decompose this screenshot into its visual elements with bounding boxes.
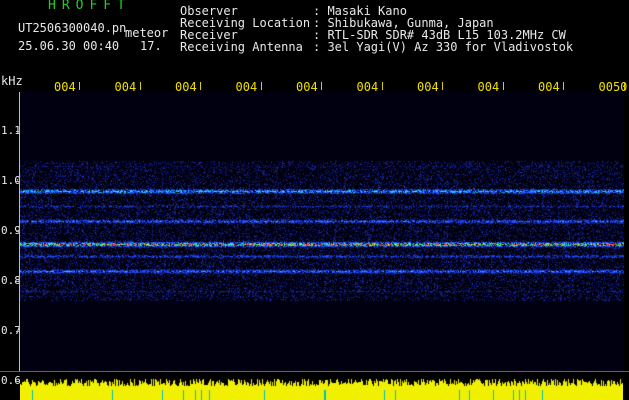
x-tick-mark: [381, 82, 383, 90]
datetime-label: 25.06.30 00:40: [18, 39, 120, 53]
spectrogram-canvas: [20, 92, 624, 372]
axis-unit-label: kHz: [1, 74, 23, 88]
program-title: HROFFT: [48, 0, 131, 13]
value-label: 17.: [140, 39, 162, 53]
mode-label: meteor: [125, 26, 169, 40]
filename-label: UT2506300040.pn: [18, 21, 127, 35]
x-tick-mark: [79, 82, 80, 90]
info-value-antenna: : 3el Yagi(V) Az 330 for Vladivostok: [313, 40, 574, 54]
x-tick-mark: [563, 82, 564, 90]
x-tick-mark: [623, 82, 625, 90]
x-tick-mark: [502, 82, 504, 90]
spectrogram-panel: [19, 92, 624, 372]
x-tick-mark: [442, 82, 443, 90]
x-tick-mark: [321, 82, 322, 90]
x-tick-mark: [139, 82, 141, 90]
amplitude-strip: [20, 372, 623, 400]
x-tick-mark: [260, 82, 262, 90]
x-tick-mark: [200, 82, 201, 90]
info-label-antenna: Receiving Antenna: [180, 40, 303, 54]
